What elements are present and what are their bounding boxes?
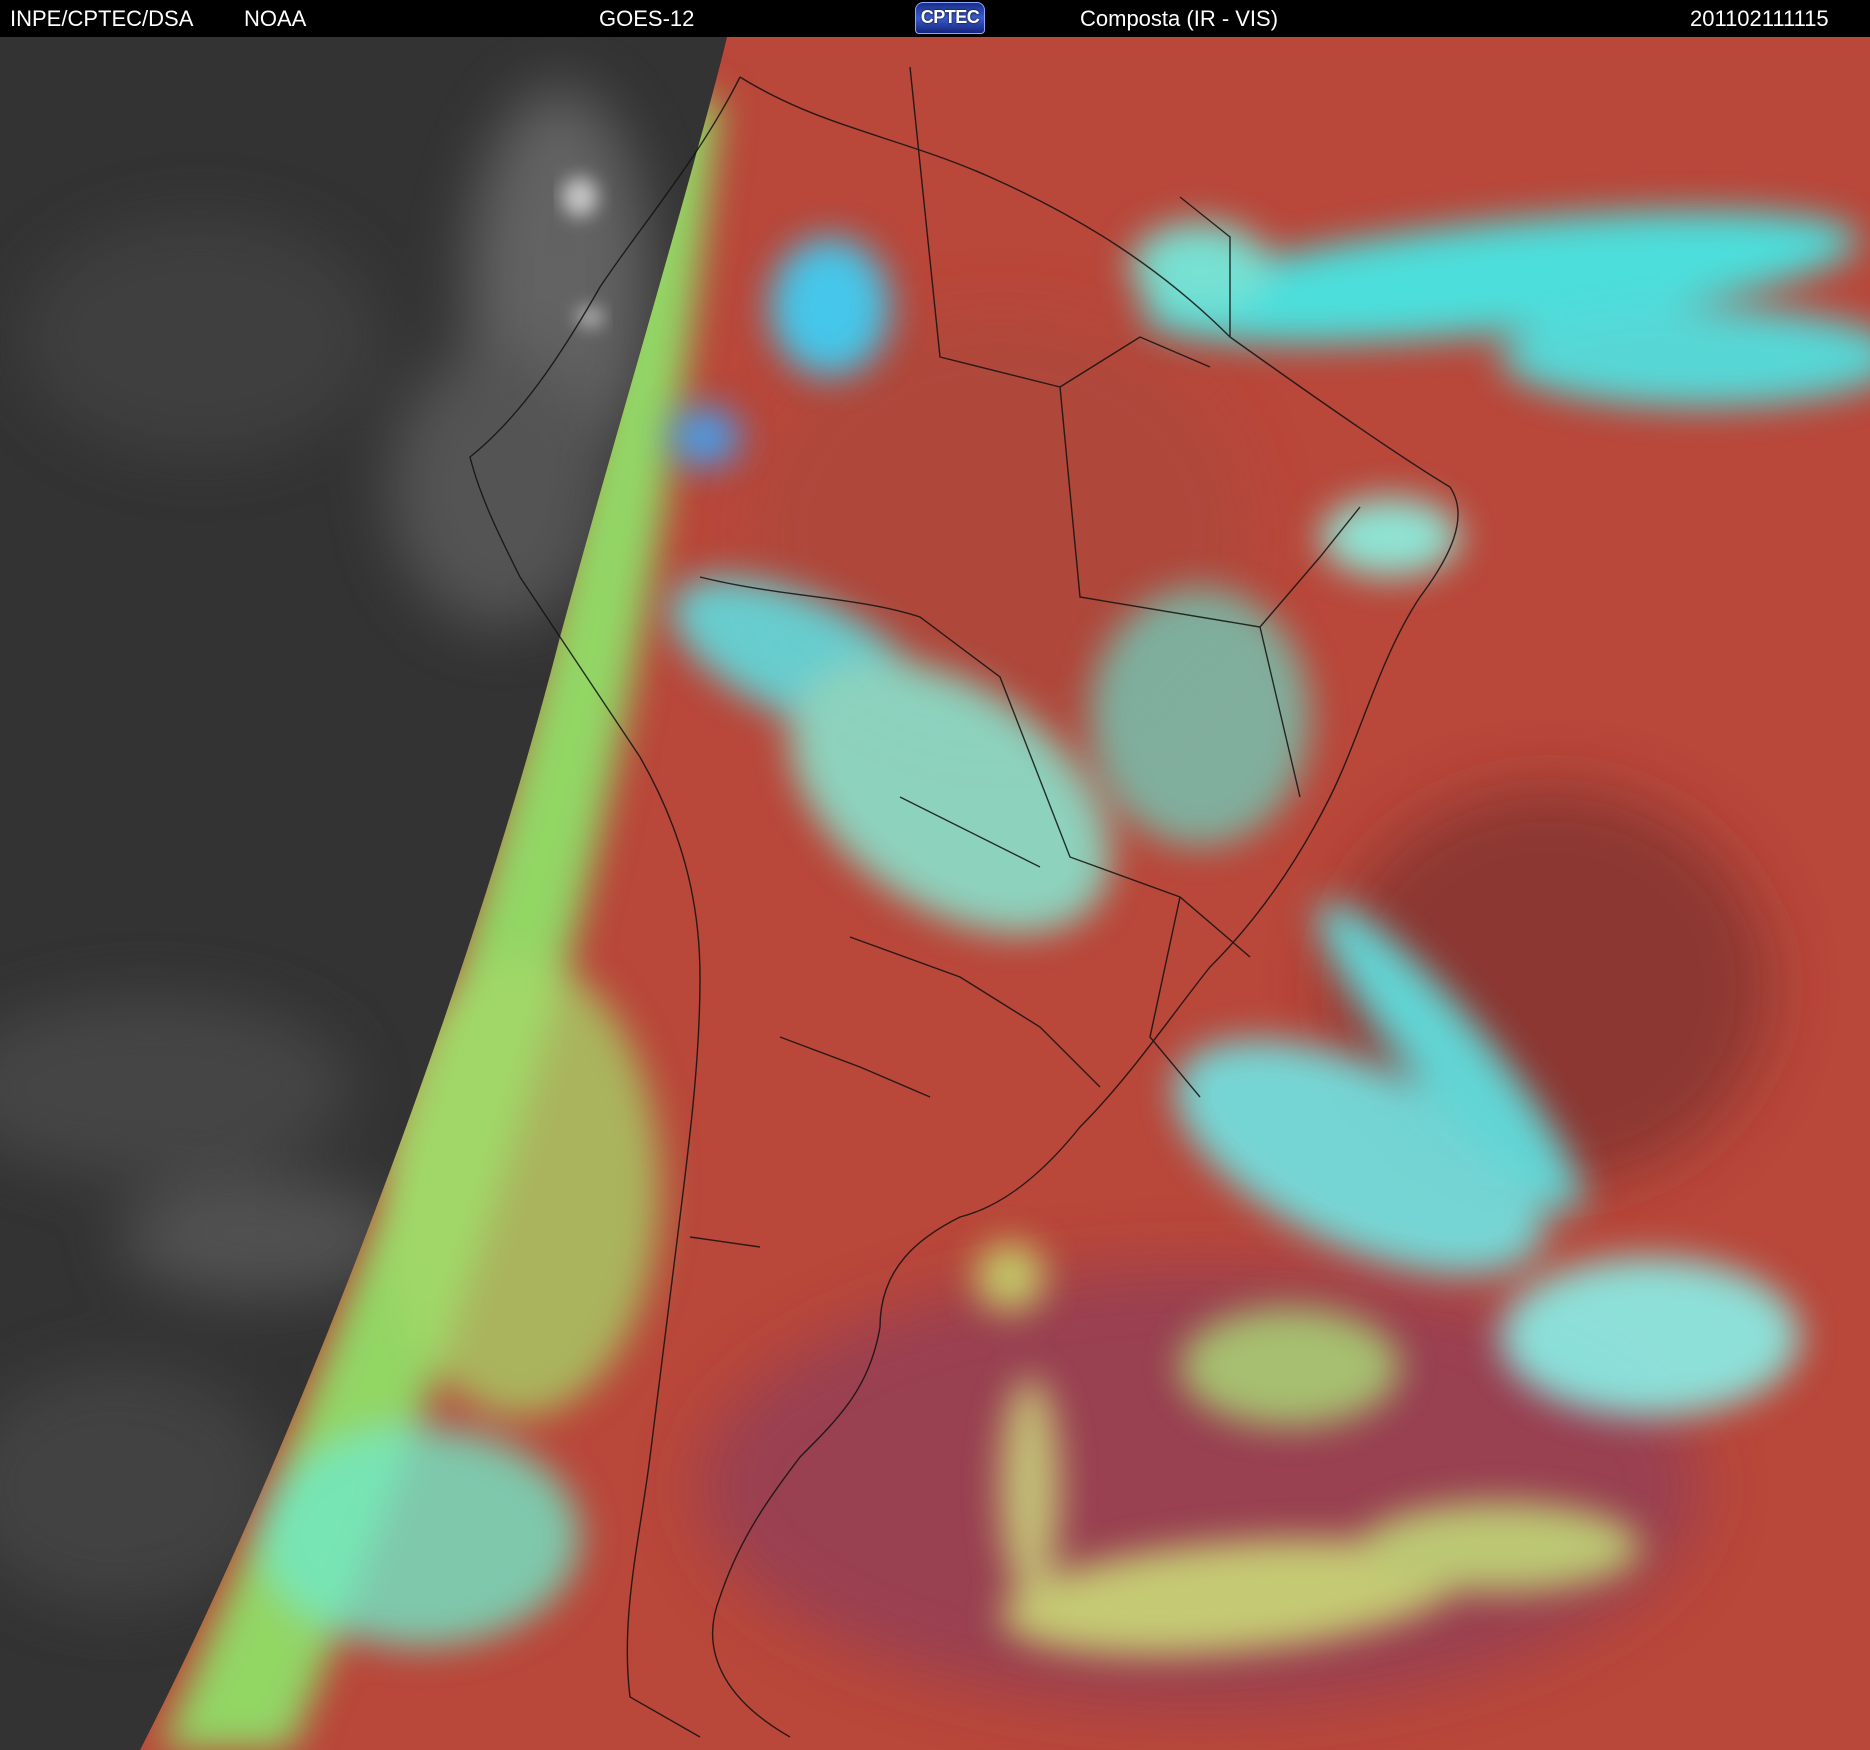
satellite-composite-map <box>0 37 1870 1750</box>
organization-label: INPE/CPTEC/DSA <box>10 6 194 31</box>
cptec-logo: CPTEC <box>915 2 985 34</box>
satellite-label: GOES-12 <box>599 6 695 31</box>
logo-text: CPTEC <box>920 7 980 27</box>
timestamp-label: 201102111115 <box>1690 6 1829 31</box>
product-label: Composta (IR - VIS) <box>1080 6 1279 31</box>
image-header: INPE/CPTEC/DSA NOAA GOES-12 CPTEC Compos… <box>0 0 1870 37</box>
agency-label: NOAA <box>244 6 307 31</box>
satellite-imagery <box>0 37 1870 1750</box>
